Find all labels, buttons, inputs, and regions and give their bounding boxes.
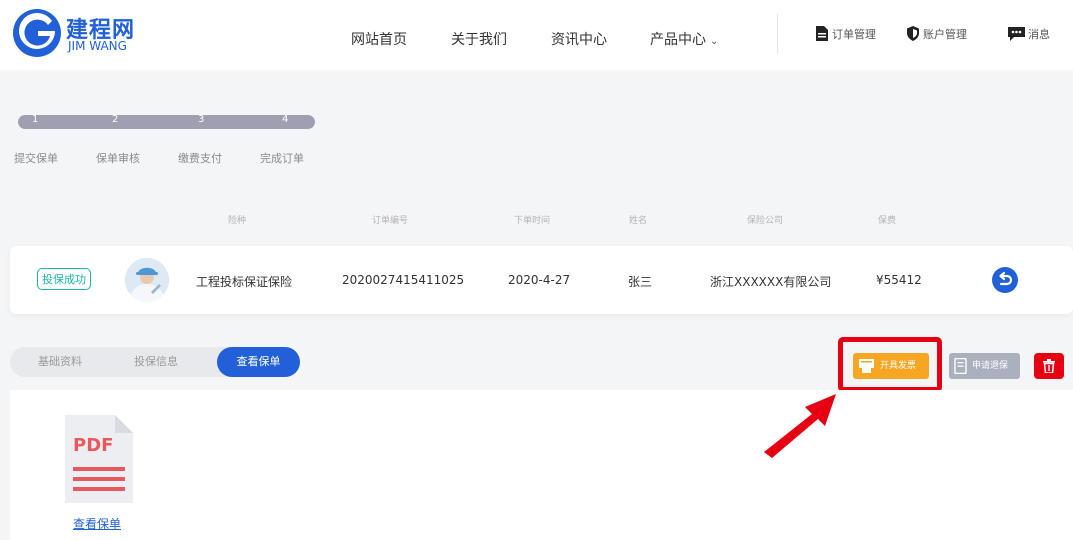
step-label-review: 保单审核 (96, 152, 140, 165)
account-management-link[interactable]: 账户管理 (906, 26, 967, 42)
nav-about[interactable]: 关于我们 (451, 29, 507, 49)
status-badge: 投保成功 (37, 268, 91, 290)
step-progress-bar (18, 115, 315, 129)
nav-products[interactable]: 产品中心 ⌄ (650, 29, 718, 49)
document-icon (816, 26, 828, 41)
applicant-name: 张三 (628, 275, 653, 289)
column-header-type: 险种 (228, 216, 247, 226)
highlight-box (838, 337, 942, 392)
messages-link[interactable]: 消息 (1008, 26, 1050, 42)
tab-basic-info[interactable]: 基础资料 (20, 347, 100, 377)
column-header-premium: 保费 (878, 216, 897, 226)
step-number-1: 1 (32, 114, 39, 125)
undo-arrow-icon (999, 271, 1013, 286)
chat-icon (1008, 27, 1025, 41)
order-date: 2020-4-27 (508, 273, 571, 287)
annotation-arrow-icon (764, 394, 836, 458)
brand-name-en: JIM WANG (68, 39, 127, 53)
detail-tabs: 基础资料 投保信息 查看保单 (10, 347, 300, 377)
shield-icon (907, 26, 919, 41)
pdf-file-icon[interactable]: PDF (65, 415, 133, 503)
step-progress-fill (18, 115, 315, 129)
nav-news[interactable]: 资讯中心 (551, 29, 607, 49)
avatar (125, 258, 169, 302)
premium-amount: ¥55412 (876, 273, 922, 287)
column-header-company: 保险公司 (747, 216, 784, 226)
account-management-label: 账户管理 (923, 28, 967, 41)
step-label-complete: 完成订单 (260, 152, 304, 165)
messages-label: 消息 (1028, 28, 1050, 41)
step-number-2: 2 (112, 114, 119, 125)
logo-mark-icon (13, 9, 61, 57)
column-header-date: 下单时间 (514, 216, 551, 226)
order-card: 投保成功 工程投标保证保险 2020027415411025 2020-4-27… (10, 246, 1073, 314)
top-header: 建程网 JIM WANG 网站首页 关于我们 资讯中心 产品中心 ⌄ 订单管理 账… (0, 0, 1073, 70)
step-number-3: 3 (198, 114, 205, 125)
trash-icon (1043, 359, 1055, 373)
step-label-payment: 缴费支付 (178, 152, 222, 165)
pdf-badge: PDF (73, 435, 113, 456)
insurance-type: 工程投标保证保险 (196, 275, 293, 289)
nav-products-label: 产品中心 (650, 32, 706, 48)
step-number-4: 4 (282, 114, 289, 125)
brand-logo[interactable]: 建程网 JIM WANG (12, 8, 152, 60)
tab-view-policy[interactable]: 查看保单 (217, 347, 300, 377)
step-label-submit: 提交保单 (14, 152, 58, 165)
header-divider (777, 14, 778, 54)
apply-refund-label: 申请退保 (972, 361, 1009, 371)
document-icon (954, 358, 967, 374)
order-management-label: 订单管理 (832, 28, 876, 41)
chevron-down-icon: ⌄ (710, 36, 719, 47)
nav-home[interactable]: 网站首页 (351, 29, 407, 49)
policy-document-panel: PDF 查看保单 (10, 390, 1073, 540)
column-header-order-no: 订单编号 (372, 216, 409, 226)
return-button[interactable] (992, 267, 1018, 293)
order-management-link[interactable]: 订单管理 (815, 26, 876, 42)
apply-refund-button[interactable]: 申请退保 (949, 353, 1020, 379)
order-number: 2020027415411025 (342, 273, 465, 287)
insurance-company: 浙江XXXXXX有限公司 (710, 275, 832, 289)
view-policy-link[interactable]: 查看保单 (73, 515, 121, 532)
tab-insurance-info[interactable]: 投保信息 (116, 347, 196, 377)
column-header-name: 姓名 (629, 216, 648, 226)
worker-avatar-icon (125, 258, 169, 302)
delete-button[interactable] (1034, 353, 1064, 379)
